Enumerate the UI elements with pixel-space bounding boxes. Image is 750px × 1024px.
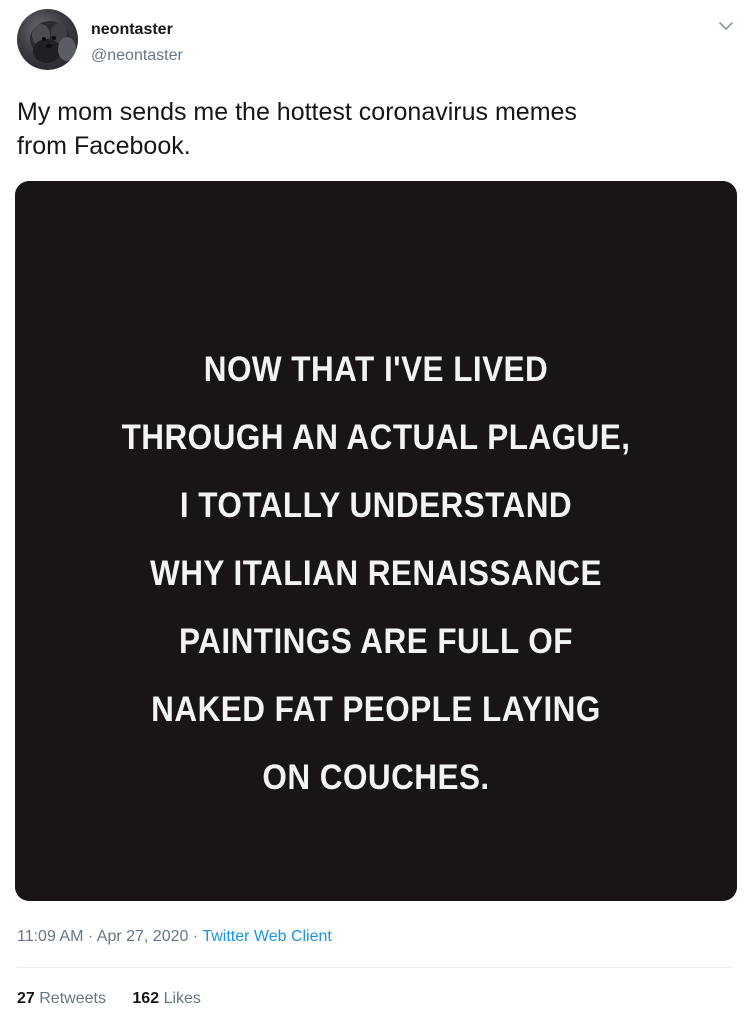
retweets-label: Retweets [39,990,106,1007]
dog-avatar-icon [30,21,76,63]
tweet-card: neontaster @neontaster My mom sends me t… [0,0,750,1024]
meme-text: NOW THAT I'VE LIVED THROUGH AN ACTUAL PL… [51,336,701,812]
meme-text-line: I TOTALLY UNDERSTAND [179,486,573,525]
meme-text-line: NAKED FAT PEOPLE LAYING [151,690,601,729]
separator: · [192,928,199,945]
retweets-count: 27 [17,990,35,1007]
meme-text-line: NOW THAT I'VE LIVED [203,350,549,389]
tweet-time[interactable]: 11:09 AM [17,928,83,945]
meme-text-line: ON COUCHES. [262,758,490,797]
display-name[interactable]: neontaster [91,20,183,40]
separator: · [87,928,94,945]
tweet-text-line: from Facebook. [17,132,191,160]
tweet-stats: 27 Retweets 162 Likes [17,988,223,1010]
user-info: neontaster @neontaster [91,20,183,66]
divider [17,967,733,968]
avatar[interactable] [17,9,78,70]
likes-count: 162 [132,990,160,1007]
meme-text-line: PAINTINGS ARE FULL OF [179,622,573,661]
retweets-stat[interactable]: 27 Retweets [17,988,106,1010]
likes-label: Likes [163,990,201,1007]
meme-text-line: WHY ITALIAN RENAISSANCE [150,554,602,593]
chevron-down-icon[interactable] [714,14,738,38]
tweet-text: My mom sends me the hottest coronavirus … [17,95,717,163]
meme-text-line: THROUGH AN ACTUAL PLAGUE, [121,418,631,457]
tweet-metadata: 11:09 AM · Apr 27, 2020 · Twitter Web Cl… [17,926,332,948]
tweet-text-line: My mom sends me the hottest coronavirus … [17,98,577,126]
tweet-media-image[interactable]: NOW THAT I'VE LIVED THROUGH AN ACTUAL PL… [15,181,737,901]
tweet-source-link[interactable]: Twitter Web Client [202,928,332,945]
likes-stat[interactable]: 162 Likes [132,988,201,1010]
tweet-date[interactable]: Apr 27, 2020 [97,928,189,945]
user-handle[interactable]: @neontaster [91,46,183,66]
